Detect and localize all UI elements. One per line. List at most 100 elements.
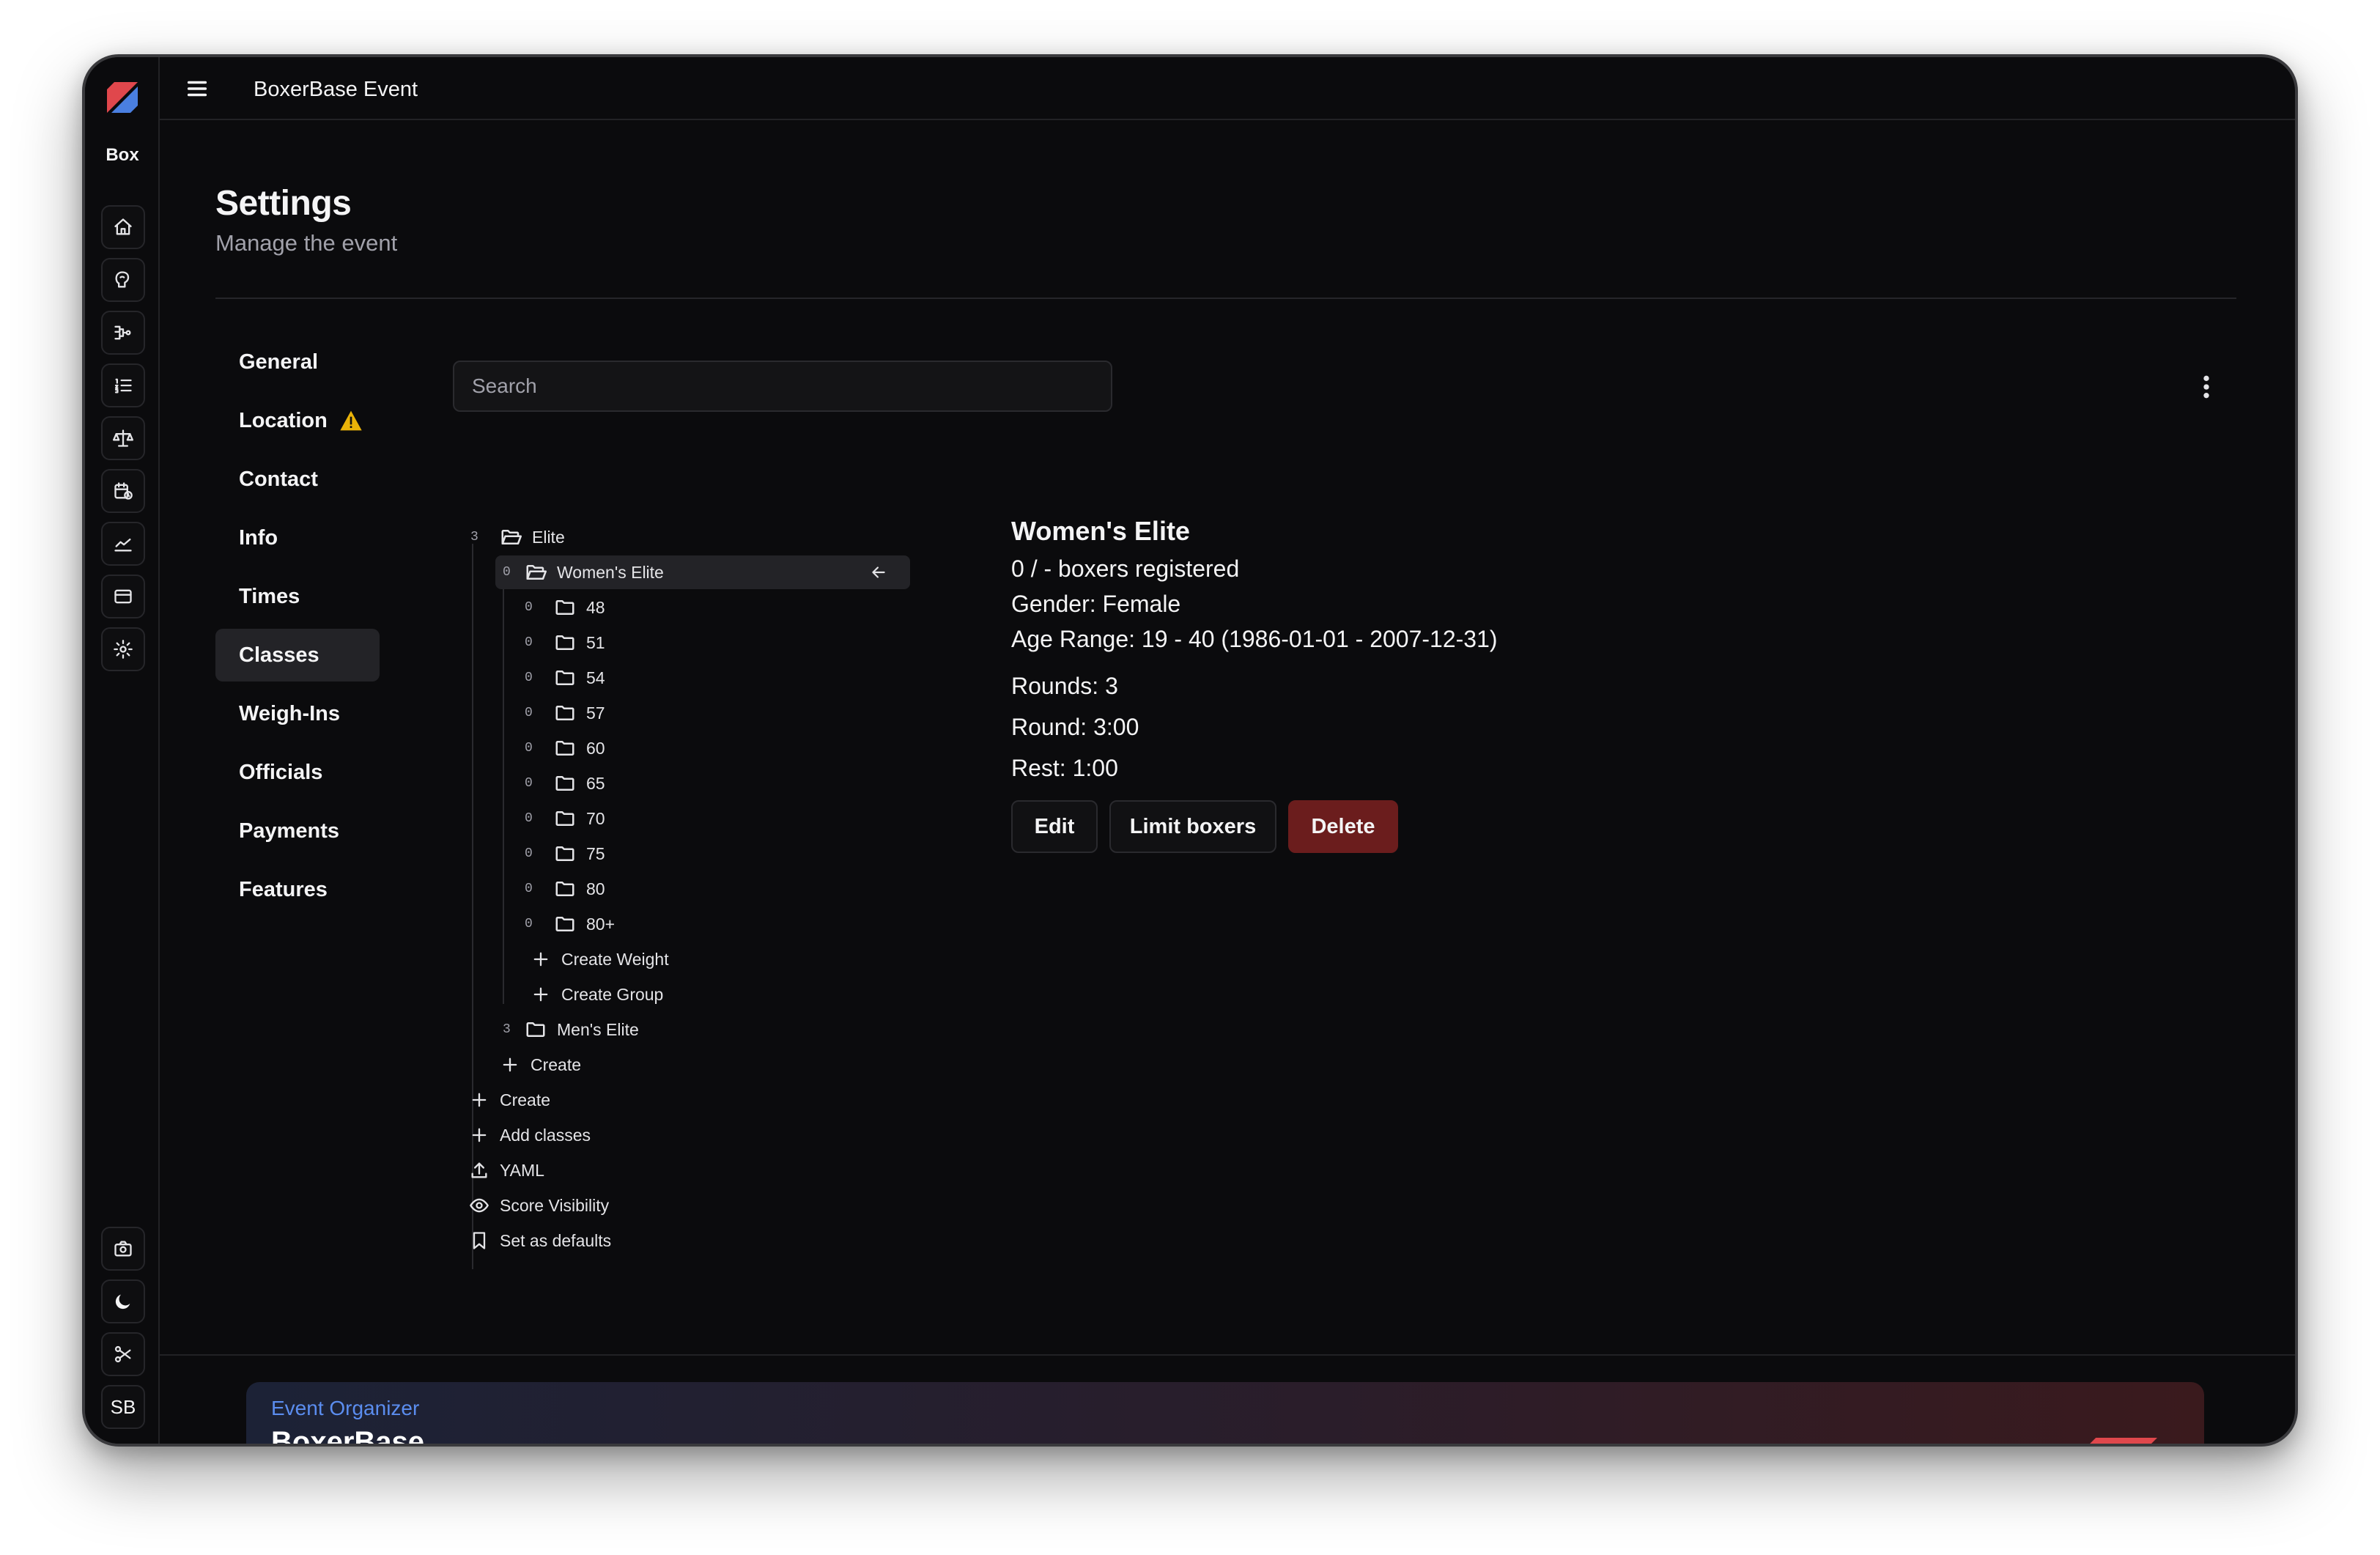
brackets-nav-button[interactable] bbox=[101, 311, 145, 355]
plus-icon bbox=[472, 1128, 487, 1142]
nav-label: Location bbox=[239, 408, 328, 432]
detail-title: Women's Elite bbox=[1011, 516, 1190, 546]
settings-nav-weigh-ins[interactable]: Weigh-Ins bbox=[215, 687, 380, 740]
search-input[interactable] bbox=[453, 361, 1112, 412]
tree-node-weight[interactable]: 0 80+ bbox=[525, 907, 615, 941]
node-label: 51 bbox=[586, 632, 605, 652]
node-label: 54 bbox=[586, 668, 605, 687]
action-label: Create bbox=[531, 1054, 582, 1074]
boxing-glove-icon bbox=[115, 271, 130, 288]
node-count: 0 bbox=[525, 671, 533, 685]
tree-node-weight[interactable]: 0 70 bbox=[525, 802, 605, 835]
set-defaults-button[interactable]: Set as defaults bbox=[469, 1224, 611, 1257]
home-nav-button[interactable] bbox=[101, 205, 145, 249]
home-icon bbox=[114, 218, 132, 235]
yaml-export-button[interactable]: YAML bbox=[469, 1153, 544, 1187]
more-options-icon[interactable] bbox=[2194, 372, 2219, 402]
arrow-left-icon[interactable] bbox=[869, 563, 888, 582]
nav-label: Weigh-Ins bbox=[239, 701, 341, 725]
stats-nav-button[interactable] bbox=[101, 522, 145, 566]
boxerbase-logo-icon[interactable] bbox=[107, 82, 138, 113]
settings-nav-times[interactable]: Times bbox=[215, 570, 380, 623]
user-avatar-button[interactable]: SB bbox=[101, 1385, 145, 1429]
settings-nav-general[interactable]: General bbox=[215, 336, 380, 388]
screenshot-button[interactable] bbox=[101, 1227, 145, 1271]
delete-button[interactable]: Delete bbox=[1288, 800, 1398, 853]
warning-icon bbox=[340, 410, 362, 431]
calendar-clock-icon bbox=[114, 482, 133, 500]
detail-age-range: Age Range: 19 - 40 (1986-01-01 - 2007-12… bbox=[1011, 626, 1498, 652]
action-label: Create Weight bbox=[561, 949, 669, 969]
limit-boxers-button[interactable]: Limit boxers bbox=[1109, 800, 1276, 853]
tree-node-elite[interactable]: 3 Elite bbox=[470, 520, 881, 554]
folder-icon bbox=[555, 635, 574, 650]
tree-node-weight[interactable]: 0 65 bbox=[525, 767, 605, 800]
tree-node-weight[interactable]: 0 75 bbox=[525, 837, 605, 871]
add-classes-button[interactable]: Add classes bbox=[469, 1118, 591, 1152]
settings-nav-location[interactable]: Location bbox=[215, 394, 380, 447]
action-label: Create bbox=[500, 1090, 551, 1109]
settings-nav-officials[interactable]: Officials bbox=[215, 746, 380, 799]
eye-icon bbox=[470, 1198, 489, 1213]
edit-button[interactable]: Edit bbox=[1011, 800, 1098, 853]
menu-toggle-button[interactable] bbox=[185, 76, 210, 101]
tools-button[interactable] bbox=[101, 1332, 145, 1376]
tree-node-weight[interactable]: 0 60 bbox=[525, 731, 605, 765]
node-label: 48 bbox=[586, 597, 605, 617]
action-label: Set as defaults bbox=[500, 1230, 612, 1250]
action-label: Score Visibility bbox=[500, 1195, 610, 1215]
node-count: 0 bbox=[525, 846, 533, 861]
plus-icon bbox=[533, 952, 548, 967]
settings-nav-features[interactable]: Features bbox=[215, 863, 380, 916]
tree-node-womens-elite[interactable]: 0 Women's Elite bbox=[495, 555, 910, 589]
page-subtitle: Manage the event bbox=[215, 230, 398, 256]
tree-node-weight[interactable]: 0 48 bbox=[525, 591, 605, 624]
boxers-nav-button[interactable] bbox=[101, 258, 145, 302]
organizer-card: Event Organizer BoxerBase bbox=[246, 1382, 2204, 1444]
create-class-button[interactable]: Create bbox=[469, 1083, 550, 1117]
footer-divider bbox=[160, 1354, 2295, 1356]
bracket-icon bbox=[114, 325, 131, 340]
create-weight-button[interactable]: Create Weight bbox=[531, 942, 669, 976]
camera-icon bbox=[114, 1241, 132, 1257]
tree-node-weight[interactable]: 0 51 bbox=[525, 626, 605, 660]
nav-label: Payments bbox=[239, 819, 340, 843]
node-label: Women's Elite bbox=[557, 562, 664, 582]
settings-nav-button[interactable] bbox=[101, 627, 145, 671]
folder-icon bbox=[526, 1022, 545, 1037]
settings-nav-info[interactable]: Info bbox=[215, 511, 380, 564]
tree-node-weight[interactable]: 0 54 bbox=[525, 661, 605, 695]
payments-nav-button[interactable] bbox=[101, 575, 145, 618]
scissors-icon bbox=[114, 1345, 131, 1363]
action-label: Add classes bbox=[500, 1125, 591, 1145]
weigh-ins-nav-button[interactable] bbox=[101, 416, 145, 460]
moon-icon bbox=[115, 1294, 130, 1310]
tree-node-weight[interactable]: 0 80 bbox=[525, 872, 605, 906]
node-count: 0 bbox=[525, 706, 533, 720]
settings-nav-classes[interactable]: Classes bbox=[215, 629, 380, 682]
numbered-list-icon bbox=[114, 378, 132, 394]
icon-rail: Box SB bbox=[85, 57, 160, 1444]
node-label: 80 bbox=[586, 879, 605, 898]
node-count: 0 bbox=[525, 776, 533, 791]
tree-node-weight[interactable]: 0 57 bbox=[525, 696, 605, 730]
create-group-button[interactable]: Create Group bbox=[531, 978, 663, 1011]
settings-nav-payments[interactable]: Payments bbox=[215, 805, 380, 857]
folder-icon bbox=[555, 776, 574, 791]
nav-label: Times bbox=[239, 584, 300, 608]
nav-label: Info bbox=[239, 525, 278, 550]
settings-nav-contact[interactable]: Contact bbox=[215, 453, 380, 506]
theme-toggle-button[interactable] bbox=[101, 1279, 145, 1323]
tree-node-mens-elite[interactable]: 3 Men's Elite bbox=[495, 1013, 639, 1046]
top-bar: BoxerBase Event bbox=[160, 57, 2295, 120]
score-visibility-button[interactable]: Score Visibility bbox=[469, 1189, 609, 1222]
node-label: 57 bbox=[586, 703, 605, 723]
create-group-inner-button[interactable]: Create bbox=[500, 1048, 581, 1082]
folder-icon bbox=[555, 882, 574, 896]
line-chart-icon bbox=[114, 539, 132, 552]
node-label: 80+ bbox=[586, 914, 616, 934]
upload-icon bbox=[471, 1162, 487, 1178]
schedule-nav-button[interactable] bbox=[101, 469, 145, 513]
folder-icon bbox=[555, 846, 574, 861]
bouts-nav-button[interactable] bbox=[101, 363, 145, 407]
